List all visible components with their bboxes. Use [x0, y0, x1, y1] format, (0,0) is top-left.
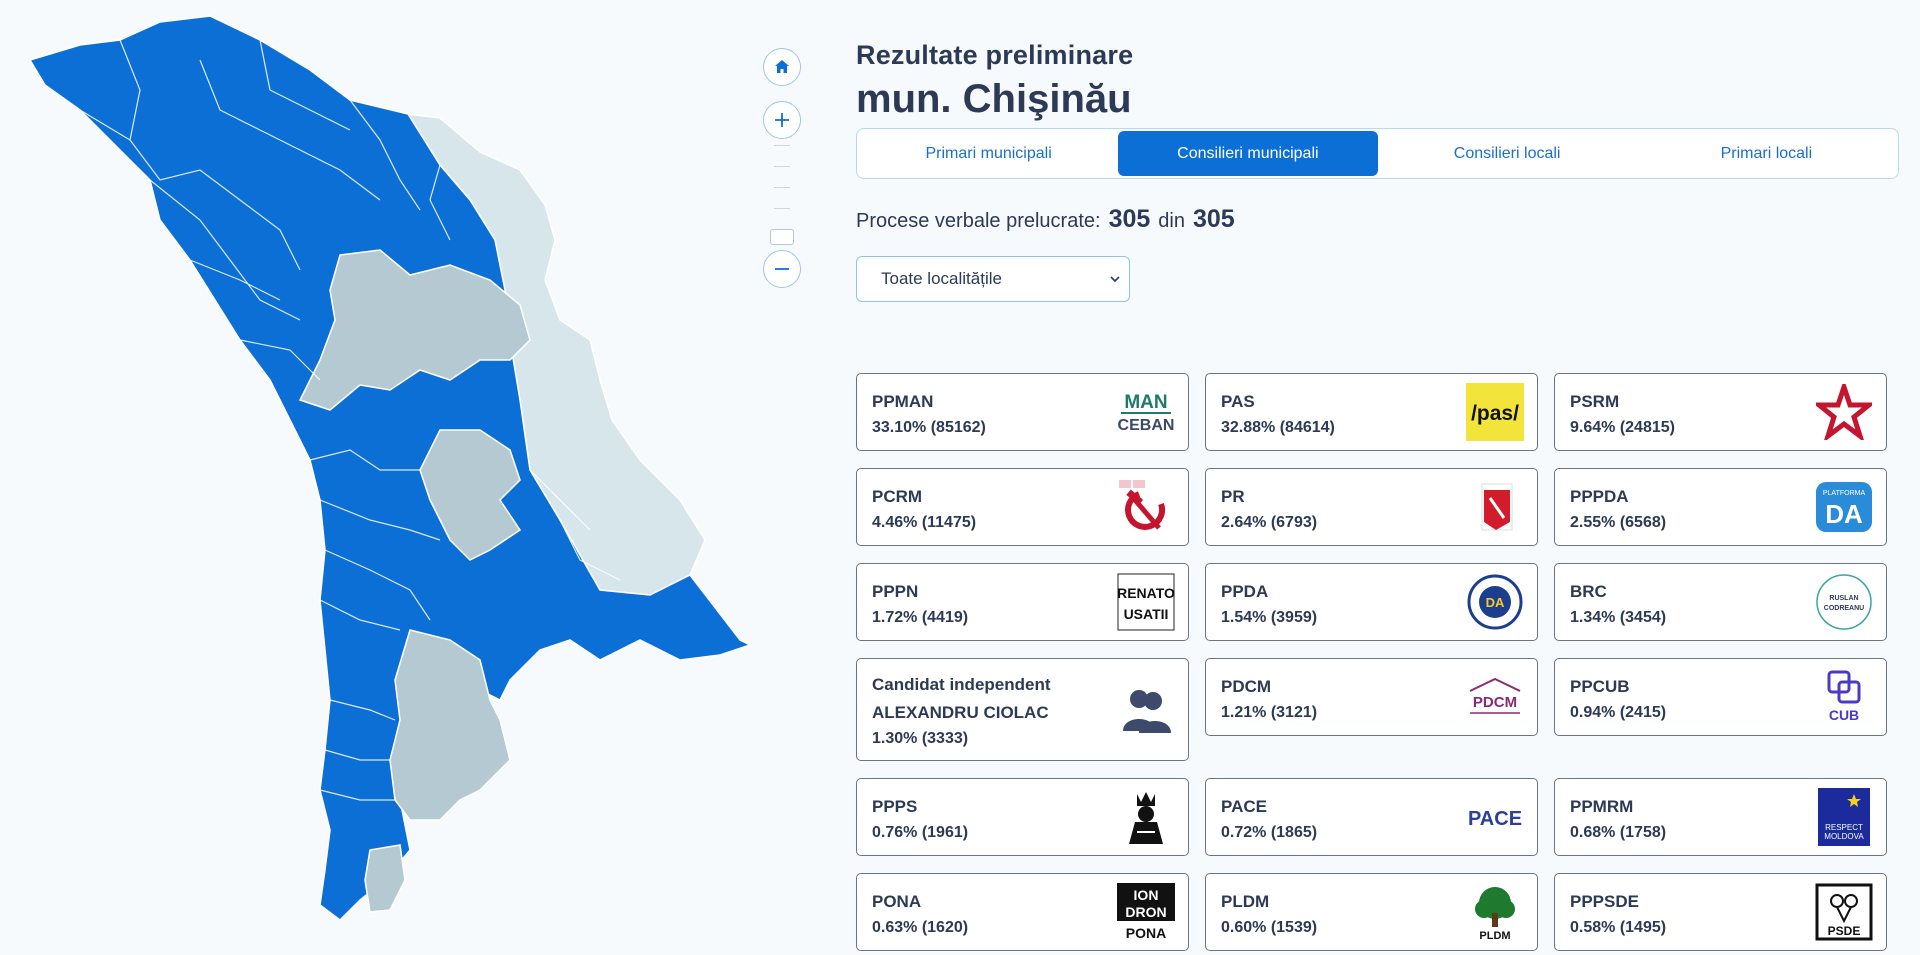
processed-label: Procese verbale prelucrate: [856, 210, 1101, 232]
tab-primari-locali[interactable]: Primari locali [1637, 131, 1896, 176]
tab-consilieri-locali[interactable]: Consilieri locali [1378, 131, 1637, 176]
results-panel: Rezultate preliminare mun. Chişinău Prim… [856, 40, 1900, 302]
locality-select[interactable]: Toate localitățile [856, 256, 1130, 302]
logo-text: PLATFORMA [1823, 490, 1866, 497]
logo-text: USATII [1124, 606, 1169, 622]
renato-usatii-logo: RENATO USATII [1117, 573, 1175, 631]
tab-primari-municipali[interactable]: Primari municipali [859, 131, 1118, 176]
people-icon [1117, 681, 1175, 739]
pldm-tree-logo: PLDM [1466, 883, 1524, 941]
moldova-map[interactable] [0, 0, 760, 940]
party-card-pldm[interactable]: PLDM 0.60% (1539) PLDM [1205, 873, 1538, 951]
party-card-ppps[interactable]: PPPS 0.76% (1961) [856, 778, 1189, 856]
home-icon [775, 60, 789, 73]
ion-dron-logo: ION DRON PONA [1117, 883, 1175, 941]
party-results-grid: PPMAN 33.10% (85162) MAN CEBAN PAS 32.88% (84… [856, 373, 1890, 951]
party-card-pppn[interactable]: PPPN 1.72% (4419) RENATO USATII [856, 563, 1189, 641]
ppps-logo [1117, 788, 1175, 846]
minus-icon [775, 268, 789, 270]
party-card-ppcub[interactable]: PPCUB 0.94% (2415) CUB [1554, 658, 1887, 736]
logo-text: PONA [1126, 925, 1166, 941]
hammer-sickle-logo [1117, 478, 1175, 536]
logo-text: PACE [1468, 808, 1522, 830]
party-card-pcrm[interactable]: PCRM 4.46% (11475) [856, 468, 1189, 546]
page-subtitle: Rezultate preliminare [856, 40, 1134, 70]
page-title: mun. Chişinău [856, 77, 1132, 121]
cub-logo: CUB [1815, 668, 1873, 726]
logo-text: MOLDOVA [1824, 832, 1864, 841]
pr-logo [1466, 478, 1524, 536]
party-card-pppda[interactable]: PPPDA 2.55% (6568) PLATFORMA DA [1554, 468, 1887, 546]
ppda-logo: DA [1466, 573, 1524, 631]
respect-moldova-logo: RESPECT MOLDOVA [1815, 788, 1873, 846]
locality-select-value: Toate localitățile [881, 269, 1002, 288]
logo-text: PLDM [1479, 930, 1510, 941]
logo-text: DA [1486, 595, 1505, 610]
platforma-da-logo: PLATFORMA DA [1815, 478, 1873, 536]
map-zoom-in-button[interactable] [763, 101, 801, 139]
map-zoom-rail[interactable] [774, 145, 790, 235]
party-card-pr[interactable]: PR 2.64% (6793) [1205, 468, 1538, 546]
map-panel [0, 0, 820, 955]
election-type-tabs: Primari municipali Consilieri municipali… [856, 128, 1899, 179]
party-card-pace[interactable]: PACE 0.72% (1865) PACE [1205, 778, 1538, 856]
processed-sep: din [1158, 210, 1185, 232]
tab-consilieri-municipali[interactable]: Consilieri municipali [1118, 131, 1378, 176]
psde-logo: PSDE [1815, 883, 1873, 941]
party-card-candidat-independent-alexandru-ciolac[interactable]: Candidat independent ALEXANDRU CIOLAC 1.3… [856, 658, 1189, 761]
party-card-psrm[interactable]: PSRM 9.64% (24815) [1554, 373, 1887, 451]
pace-logo: PACE [1466, 788, 1524, 846]
party-card-pdcm[interactable]: PDCM 1.21% (3121) PDCM [1205, 658, 1538, 736]
logo-text: ION [1134, 887, 1159, 903]
map-region-grey-4[interactable] [364, 844, 406, 913]
party-card-ppmrm[interactable]: PPMRM 0.68% (1758) RESPECT MOLDOVA [1554, 778, 1887, 856]
pas-logo: /pas/ [1466, 383, 1524, 441]
logo-text: RUSLAN [1829, 595, 1858, 602]
party-name: Candidat independent ALEXANDRU CIOLAC [872, 675, 1051, 722]
logo-text: CEBAN [1118, 417, 1175, 434]
psrm-star-logo [1815, 383, 1873, 441]
plus-icon [775, 113, 789, 127]
chevron-down-icon [1110, 276, 1120, 283]
map-zoom-thumb[interactable] [770, 229, 794, 245]
logo-text: /pas/ [1471, 402, 1519, 425]
party-card-ppman[interactable]: PPMAN 33.10% (85162) MAN CEBAN [856, 373, 1189, 451]
logo-text: RENATO [1117, 585, 1175, 601]
party-card-brc[interactable]: BRC 1.34% (3454) RUSLAN CODREANU [1554, 563, 1887, 641]
logo-text: DA [1825, 499, 1863, 529]
logo-text: RESPECT [1825, 823, 1863, 832]
processed-reports: Procese verbale prelucrate: 305 din 305 [856, 205, 1900, 234]
party-card-pppsde[interactable]: PPPSDE 0.58% (1495) PSDE [1554, 873, 1887, 951]
logo-text: CODREANU [1824, 605, 1864, 612]
map-home-button[interactable] [763, 48, 801, 86]
pdcm-logo: PDCM [1466, 668, 1524, 726]
party-card-ppda[interactable]: PPDA 1.54% (3959) DA [1205, 563, 1538, 641]
party-card-pas[interactable]: PAS 32.88% (84614)/pas/ [1205, 373, 1538, 451]
map-zoom-out-button[interactable] [763, 250, 801, 288]
party-card-pona[interactable]: PONA 0.63% (1620) ION DRON PONA [856, 873, 1189, 951]
logo-text: PSDE [1828, 924, 1861, 938]
processed-total: 305 [1193, 205, 1235, 233]
logo-text: CUB [1829, 707, 1859, 723]
logo-text: PDCM [1473, 694, 1517, 711]
processed-done: 305 [1108, 205, 1151, 233]
man-ceban-logo: MAN CEBAN [1117, 383, 1175, 441]
ruslan-codreanu-logo: RUSLAN CODREANU [1815, 573, 1873, 631]
logo-text: MAN [1124, 392, 1167, 413]
logo-text: DRON [1125, 904, 1166, 920]
